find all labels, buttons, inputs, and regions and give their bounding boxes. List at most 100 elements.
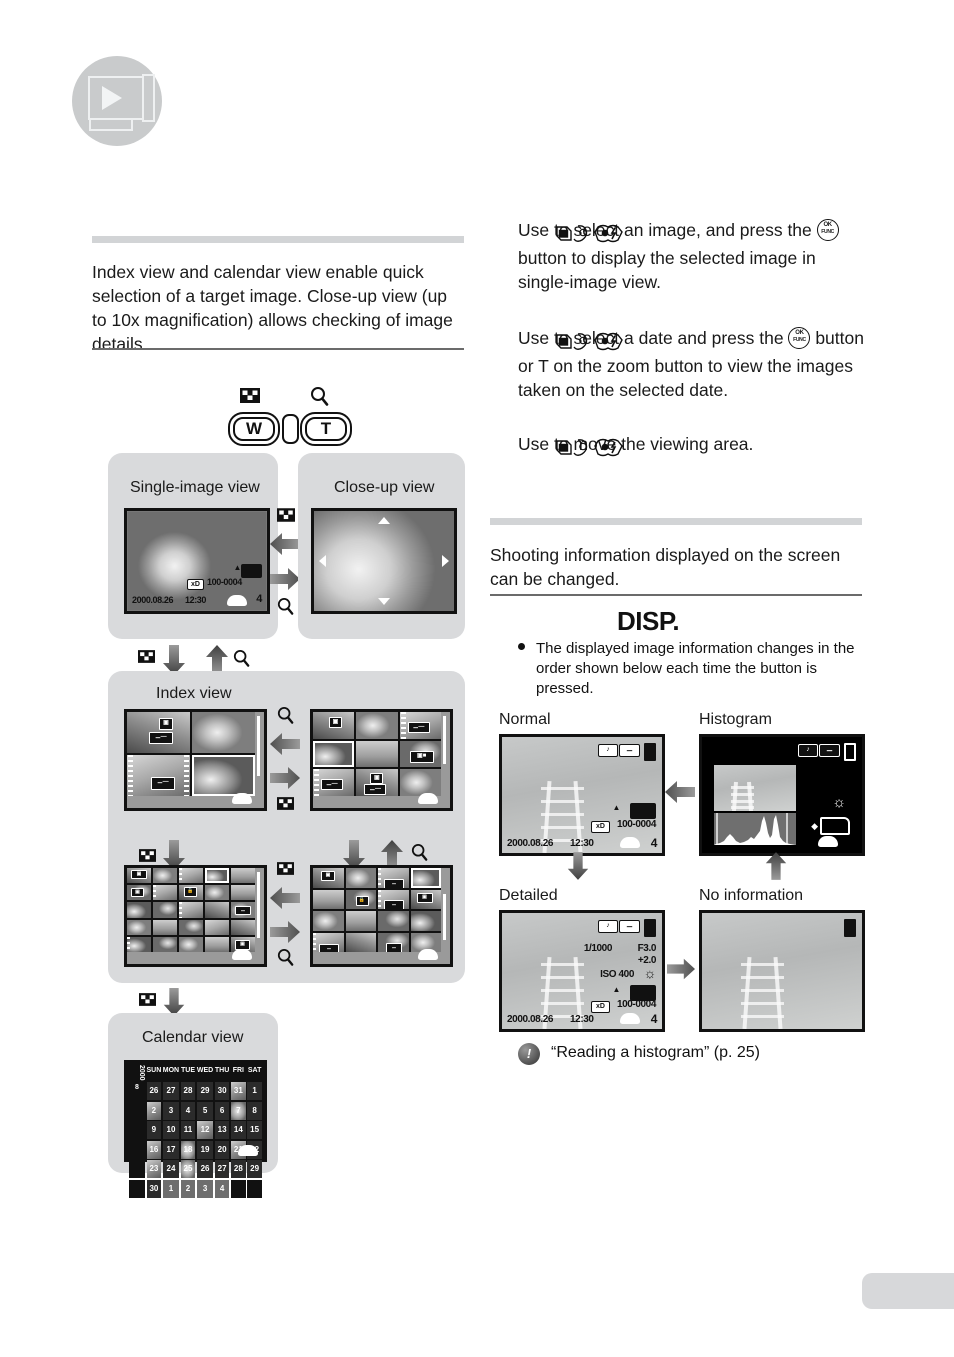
thumbnail[interactable] [192,712,255,753]
thumbnail[interactable] [127,936,151,952]
calendar-day[interactable]: 14 [230,1121,246,1140]
zoom-wide-button[interactable]: W [228,412,280,446]
calendar-day[interactable]: 16 [146,1140,162,1159]
movie-film-strip-icon [378,868,381,888]
calendar-day-selected[interactable]: 12 [196,1121,214,1140]
calendar-day[interactable]: 28 [180,1082,196,1101]
calendar-day[interactable]: 5 [196,1101,214,1120]
thumbnail[interactable] [127,919,151,935]
calendar-day[interactable]: 30 [214,1082,230,1101]
thumbnail-selected[interactable] [410,868,441,888]
scrollbar[interactable] [443,716,446,764]
thumbnail[interactable] [356,712,398,739]
calendar-day[interactable]: 17 [162,1140,180,1159]
thumbnail[interactable] [345,932,376,952]
thumbnail[interactable]: ▣ [127,885,151,901]
thumbnail[interactable]: ⚊ [378,932,409,952]
calendar-day[interactable]: 11 [180,1121,196,1140]
scrollbar[interactable] [443,894,446,940]
thumbnail[interactable] [153,868,177,884]
zoom-tele-button[interactable]: T [300,412,352,446]
thumbnail[interactable] [179,868,203,884]
calendar-day[interactable]: 29 [196,1082,214,1101]
thumbnail[interactable]: ▣ [313,868,344,888]
thumbnail[interactable]: ⚊ [378,889,409,909]
calendar-day[interactable]: 6 [214,1101,230,1120]
calendar-day[interactable]: 23 [146,1160,162,1179]
index-grid-16: ▣ ⚊ 🔒 ⚊ ▣ ⚊ ⚊ [313,868,441,952]
thumbnail[interactable] [345,868,376,888]
thumbnail[interactable] [231,868,255,884]
thumbnail[interactable] [127,902,151,918]
thumbnail[interactable] [205,885,229,901]
calendar-day[interactable]: 4 [214,1179,230,1198]
thumbnail[interactable]: 🔒 [345,889,376,909]
calendar-day[interactable]: 19 [196,1140,214,1159]
calendar-day[interactable]: 13 [214,1121,230,1140]
calendar-day[interactable]: 4 [180,1101,196,1120]
calendar-day[interactable]: 10 [162,1121,180,1140]
calendar-day[interactable]: 1 [162,1179,180,1198]
calendar-day[interactable]: 29 [247,1160,262,1179]
thumbnail[interactable]: ▣ ⚊— [356,769,398,796]
thumbnail[interactable] [345,911,376,931]
calendar-day[interactable]: 26 [196,1160,214,1179]
thumbnail[interactable]: ⚊— [313,769,355,796]
calendar-day[interactable]: 9 [146,1121,162,1140]
thumbnail[interactable] [313,889,344,909]
calendar-day[interactable]: 7 [230,1101,246,1120]
calendar-day[interactable]: 20 [214,1140,230,1159]
thumbnail-selected[interactable] [313,740,355,768]
thumbnail[interactable] [399,769,441,796]
thumbnail[interactable] [179,936,203,952]
calendar-day[interactable]: 24 [162,1160,180,1179]
calendar-day[interactable]: 27 [162,1082,180,1101]
thumbnail[interactable]: ▣■ [399,740,441,768]
thumbnail[interactable]: ⚊ [231,902,255,918]
thumbnail[interactable] [179,919,203,935]
thumbnail[interactable]: ▣ [127,868,151,884]
thumbnail[interactable]: ⚊ [313,932,344,952]
thumbnail-selected[interactable] [205,868,229,884]
calendar-day[interactable]: 8 [247,1101,262,1120]
thumbnail[interactable] [205,902,229,918]
thumbnail[interactable]: ▣ [410,889,441,909]
thumbnail[interactable]: ⚊ [378,868,409,888]
calendar-day[interactable]: 3 [162,1101,180,1120]
thumbnail-selected[interactable] [192,755,255,796]
calendar-day[interactable]: 2 [180,1179,196,1198]
calendar-day[interactable]: 27 [214,1160,230,1179]
thumbnail[interactable] [356,740,398,768]
thumbnail[interactable] [313,911,344,931]
thumbnail[interactable] [205,919,229,935]
calendar-day[interactable]: 28 [230,1160,246,1179]
thumbnail[interactable] [153,936,177,952]
calendar-day[interactable]: 15 [247,1121,262,1140]
calendar-day[interactable]: 1 [247,1082,262,1101]
calendar-day[interactable]: 18 [180,1140,196,1159]
thumbnail[interactable]: ▣ ⚊— [127,712,190,753]
thumbnail[interactable] [378,911,409,931]
thumbnail[interactable] [205,936,229,952]
thumbnail[interactable]: ⚊— [399,712,441,739]
calendar-day[interactable]: 2 [146,1101,162,1120]
thumbnail[interactable] [179,902,203,918]
thumbnail[interactable] [410,911,441,931]
thumbnail[interactable] [153,919,177,935]
thumbnail[interactable] [153,885,177,901]
calendar-day[interactable]: 30 [146,1179,162,1198]
thumbnail[interactable]: ▣ [313,712,355,739]
thumbnail[interactable]: 🔒 [179,885,203,901]
calendar-day[interactable]: 31 [230,1082,246,1101]
scrollbar[interactable] [257,716,260,776]
scrollbar[interactable] [257,872,260,938]
calendar-day[interactable]: 26 [146,1082,162,1101]
thumbnail[interactable] [231,885,255,901]
thumbnail[interactable] [153,902,177,918]
thumbnail[interactable] [231,919,255,935]
thumbnail[interactable]: ⚊— [127,755,190,796]
calendar-day[interactable]: 25 [180,1160,196,1179]
calendar-day[interactable]: 3 [196,1179,214,1198]
instruction-move-viewing-area: Use Use to move the viewing area. [518,432,870,460]
zoom-button-center[interactable] [282,414,299,444]
